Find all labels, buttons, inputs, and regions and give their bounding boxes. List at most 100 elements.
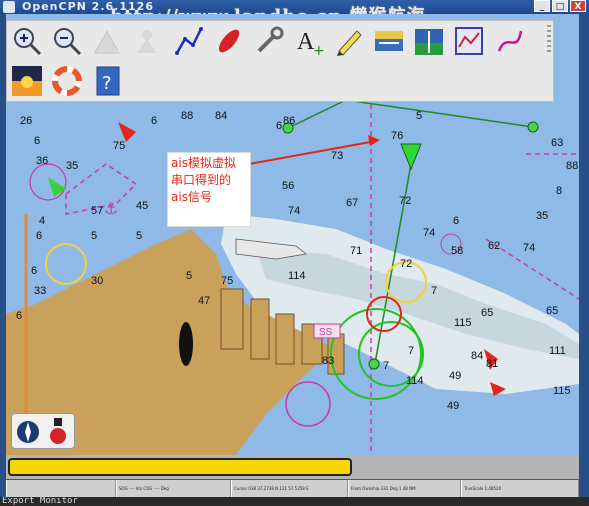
status-cursor: Cursor 038 37.2738 N 121 57.5358 E — [231, 480, 348, 497]
sounding-label: 6 — [276, 120, 282, 132]
route-manager-icon — [455, 27, 483, 55]
current-button[interactable] — [373, 25, 405, 57]
sounding-label: 62 — [488, 240, 500, 252]
lifebuoy-button[interactable] — [51, 65, 83, 97]
sounding-label: 115 — [454, 317, 472, 329]
sounding-label: 72 — [400, 258, 412, 270]
sounding-label: 4 — [39, 215, 45, 227]
route-icon — [175, 27, 203, 55]
sounding-label: 63 — [551, 137, 563, 149]
sounding-label: 7 — [431, 285, 437, 297]
chart-piano-key[interactable] — [8, 458, 352, 476]
status-from: From Ownship 331 Deg 1.48 NM — [348, 480, 461, 497]
track-button[interactable] — [493, 25, 525, 57]
ais-button[interactable] — [213, 25, 245, 57]
sounding-label: 49 — [449, 370, 461, 382]
tide-icon — [415, 29, 443, 55]
sounding-label: 6 — [34, 135, 40, 147]
window-controls: _ □ X — [534, 0, 586, 13]
sounding-label: 35 — [536, 210, 548, 222]
sounding-label: 49 — [447, 400, 459, 412]
sounding-label: 71 — [350, 245, 362, 257]
toolbar-grip[interactable] — [547, 25, 551, 53]
buoy-circle — [45, 243, 87, 285]
text-button[interactable]: A + — [293, 25, 325, 57]
opencpn-window: OpenCPN 2.6.1126 _ □ X http://www.landho… — [0, 0, 589, 506]
zoom-to-route-button[interactable] — [413, 25, 445, 57]
zoom-out-button[interactable] — [51, 25, 83, 57]
sounding-label: 5 — [186, 270, 192, 282]
status-scale: TrueScale 1:48520 — [461, 480, 579, 497]
sounding-label: 35 — [66, 160, 78, 172]
sounding-label: 47 — [198, 295, 210, 307]
ais-target — [400, 143, 422, 171]
scale-in-button[interactable] — [91, 25, 123, 57]
help-button[interactable]: ? — [91, 65, 123, 97]
right-frame — [579, 14, 589, 497]
sounding-label: 45 — [136, 200, 148, 212]
sounding-label: 73 — [331, 150, 343, 162]
pointer-arrow-head — [368, 135, 380, 146]
status-bar: SOG ---- kts COG ---- Deg Cursor 038 37.… — [6, 480, 579, 497]
svg-text:+: + — [313, 43, 325, 57]
zoom-in-icon — [14, 28, 42, 56]
sounding-label: 6 — [151, 115, 157, 127]
sounding-label: 5 — [136, 230, 142, 242]
route-button[interactable] — [173, 25, 205, 57]
sounding-label: 74 — [523, 242, 535, 254]
sounding-label: 6 — [36, 230, 42, 242]
lifebuoy-icon — [52, 66, 82, 96]
close-button[interactable]: X — [570, 0, 586, 12]
sounding-label: 114 — [406, 375, 424, 387]
sounding-label: 58 — [451, 245, 463, 257]
light-circle — [285, 381, 331, 427]
sounding-label: 65 — [481, 307, 493, 319]
sounding-label: 5 — [91, 230, 97, 242]
sounding-label: 74 — [288, 205, 300, 217]
minimize-button[interactable]: _ — [534, 0, 550, 12]
zoom-out-icon — [54, 28, 82, 56]
route-manager-button[interactable] — [453, 25, 485, 57]
tide-button[interactable] — [333, 25, 365, 57]
scale-in-icon — [94, 29, 120, 54]
sounding-label: 74 — [423, 227, 435, 239]
sounding-label: 30 — [91, 275, 103, 287]
vessel — [179, 322, 193, 366]
sounding-label: 76 — [391, 130, 403, 142]
piano-bar[interactable] — [6, 455, 579, 479]
pier — [250, 298, 270, 360]
sunrise-button[interactable] — [11, 65, 43, 97]
sounding-label: 6 — [31, 265, 37, 277]
compass-widget[interactable] — [11, 413, 75, 449]
annotation-callout: ais模拟虚拟串口得到的ais信号 — [167, 152, 251, 227]
light-circle — [29, 163, 67, 201]
scale-out-button[interactable] — [131, 25, 163, 57]
ship-icon — [218, 29, 240, 53]
track-icon — [497, 30, 523, 52]
sounding-label: 5 — [416, 110, 422, 122]
text-icon: A+ — [297, 29, 325, 57]
sounding-label: 7 — [408, 345, 414, 357]
sounding-label: 6 — [16, 310, 22, 322]
anchor-icon: ⚓ — [104, 199, 118, 218]
wrench-icon — [257, 26, 284, 53]
sounding-label: 84 — [471, 350, 483, 362]
sounding-label: 33 — [34, 285, 46, 297]
current-icon — [375, 31, 403, 51]
ownship-dot — [368, 358, 380, 370]
svg-text:?: ? — [102, 73, 112, 94]
maximize-button[interactable]: □ — [552, 0, 568, 12]
app-icon — [3, 1, 15, 13]
zoom-in-button[interactable] — [11, 25, 43, 57]
help-icon: ? — [96, 66, 120, 96]
sounding-label: 67 — [346, 197, 358, 209]
sounding-label: 7 — [383, 360, 389, 372]
scale-out-icon — [137, 30, 157, 53]
sounding-label: 57 — [91, 205, 103, 217]
status-sog: SOG ---- kts COG ---- Deg — [116, 480, 231, 497]
pencil-icon — [337, 30, 362, 56]
status-blank — [6, 480, 116, 497]
sounding-label: 6 — [453, 215, 459, 227]
red-buoy — [118, 122, 136, 142]
settings-button[interactable] — [253, 25, 285, 57]
